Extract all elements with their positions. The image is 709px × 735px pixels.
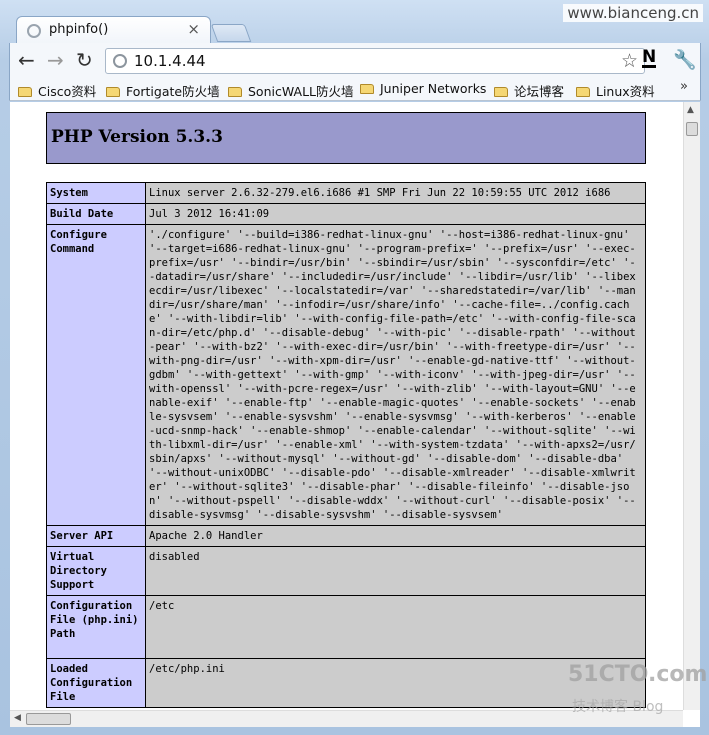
folder-icon	[228, 87, 242, 97]
folder-icon	[106, 87, 120, 97]
bookmarks-bar: Cisco资料 Fortigate防火墙 SonicWALL防火墙 Junipe…	[9, 79, 701, 101]
row-key: Virtual Directory Support	[46, 546, 146, 596]
browser-window: www.bianceng.cn phpinfo() × ← → ↻ 10.1.4…	[0, 0, 709, 735]
row-key: Server API	[46, 525, 146, 547]
page-icon	[27, 24, 41, 38]
bookmark-item[interactable]: SonicWALL防火墙	[228, 81, 354, 100]
watermark-url: www.bianceng.cn	[563, 4, 703, 22]
scroll-up-icon[interactable]: ▲	[687, 105, 694, 115]
folder-icon	[360, 84, 374, 94]
page-title: PHP Version 5.3.3	[51, 127, 223, 147]
row-key: System	[46, 182, 146, 204]
wrench-icon[interactable]: 🔧	[673, 48, 697, 71]
bookmark-item[interactable]: Fortigate防火墙	[106, 81, 220, 100]
folder-icon	[576, 87, 590, 97]
row-value: Jul 3 2012 16:41:09	[145, 203, 646, 225]
watermark-brand: 51CTO.com	[568, 662, 708, 687]
page-icon	[113, 54, 127, 68]
bookmark-item[interactable]: 论坛博客	[494, 81, 564, 100]
row-value: Apache 2.0 Handler	[145, 525, 646, 547]
bookmark-item[interactable]: Cisco资料	[18, 81, 96, 100]
info-table: System Linux server 2.6.32-279.el6.i686 …	[46, 182, 646, 708]
address-bar[interactable]: 10.1.4.44 ☆	[105, 48, 645, 74]
forward-icon[interactable]: →	[47, 49, 64, 71]
row-key: Loaded Configuration File	[46, 658, 146, 708]
folder-icon	[18, 87, 32, 97]
row-key: Build Date	[46, 203, 146, 225]
scroll-left-icon[interactable]: ◀	[14, 713, 21, 723]
table-row: Loaded Configuration File /etc/php.ini	[46, 658, 646, 708]
bookmark-item[interactable]: Juniper Networks	[360, 81, 486, 96]
tab-phpinfo[interactable]: phpinfo() ×	[16, 16, 211, 44]
reload-icon[interactable]: ↻	[76, 49, 93, 71]
table-row: Configure Command './configure' '--build…	[46, 224, 646, 526]
watermark-sub: 技术博客 Blog	[572, 699, 664, 715]
php-header: PHP Version 5.3.3	[46, 112, 646, 164]
table-row: System Linux server 2.6.32-279.el6.i686 …	[46, 182, 646, 204]
folder-icon	[494, 87, 508, 97]
row-value: /etc	[145, 595, 646, 659]
row-value: disabled	[145, 546, 646, 596]
more-bookmarks-icon[interactable]: »	[680, 79, 688, 94]
back-icon[interactable]: ←	[18, 49, 35, 71]
row-value: Linux server 2.6.32-279.el6.i686 #1 SMP …	[145, 182, 646, 204]
table-row: Build Date Jul 3 2012 16:41:09	[46, 203, 646, 225]
table-row: Virtual Directory Support disabled	[46, 546, 646, 596]
star-icon[interactable]: ☆	[621, 50, 638, 72]
scroll-thumb[interactable]	[686, 122, 698, 136]
row-value: './configure' '--build=i386-redhat-linux…	[145, 224, 646, 526]
extension-icon[interactable]: N	[642, 49, 657, 68]
row-key: Configuration File (php.ini) Path	[46, 595, 146, 659]
table-row: Configuration File (php.ini) Path /etc	[46, 595, 646, 659]
page-viewport: PHP Version 5.3.3 System Linux server 2.…	[10, 102, 700, 727]
scroll-thumb[interactable]	[26, 713, 71, 725]
vertical-scrollbar[interactable]: ▲	[683, 102, 700, 710]
new-tab-button[interactable]	[210, 24, 252, 42]
table-row: Server API Apache 2.0 Handler	[46, 525, 646, 547]
close-icon[interactable]: ×	[187, 20, 200, 38]
bookmark-item[interactable]: Linux资料	[576, 81, 655, 100]
url-text[interactable]: 10.1.4.44	[134, 52, 206, 70]
toolbar: ← → ↻ 10.1.4.44 ☆ N 🔧	[9, 43, 701, 79]
tab-title: phpinfo()	[49, 22, 109, 37]
row-key: Configure Command	[46, 224, 146, 526]
